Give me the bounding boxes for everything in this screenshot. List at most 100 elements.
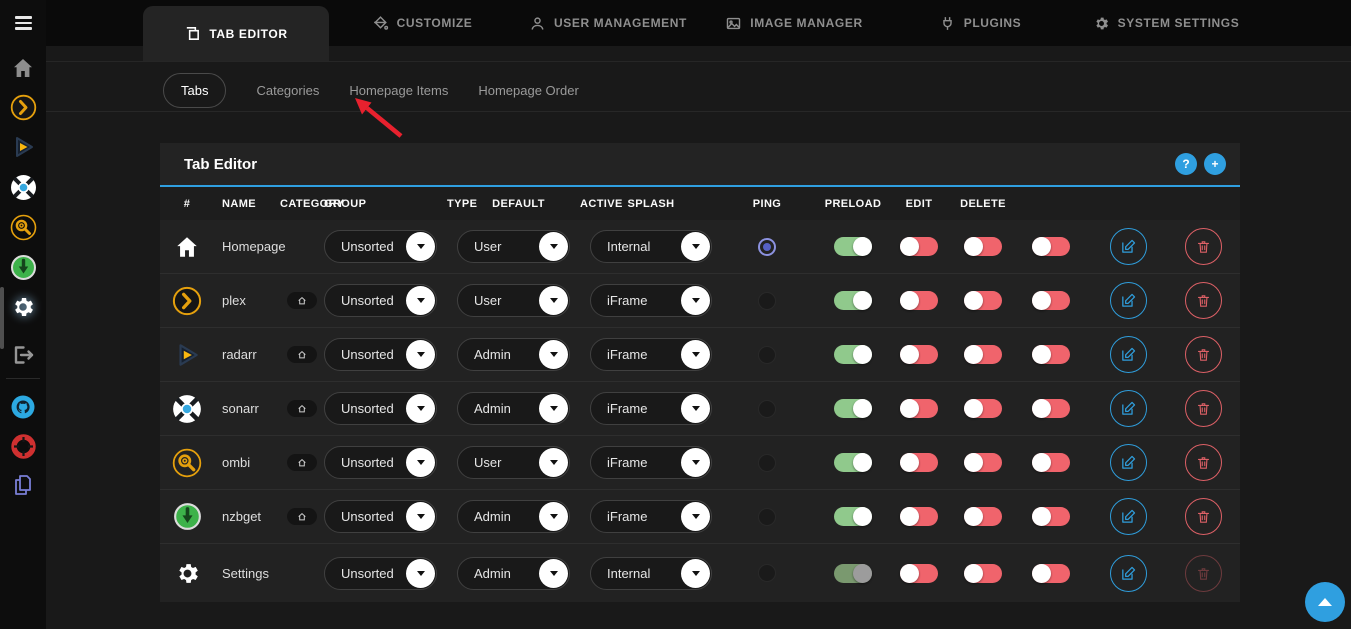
ping-toggle[interactable] bbox=[964, 291, 1002, 310]
delete-button[interactable] bbox=[1185, 498, 1222, 535]
subnav-item-tabs[interactable]: Tabs bbox=[163, 73, 226, 108]
splash-toggle[interactable] bbox=[900, 507, 938, 526]
nav-tab-image-manager[interactable]: IMAGE MANAGER bbox=[701, 0, 887, 46]
preload-toggle[interactable] bbox=[1032, 399, 1070, 418]
subnav-item-homepage-order[interactable]: Homepage Order bbox=[478, 74, 578, 107]
sidebar-item-settings-active[interactable] bbox=[0, 292, 46, 322]
active-toggle[interactable] bbox=[834, 345, 872, 364]
group-select[interactable]: User bbox=[457, 446, 570, 479]
delete-button[interactable] bbox=[1185, 390, 1222, 427]
sidebar-item-home[interactable] bbox=[0, 53, 46, 83]
splash-toggle[interactable] bbox=[900, 345, 938, 364]
active-toggle[interactable] bbox=[834, 453, 872, 472]
category-select[interactable]: Unsorted bbox=[324, 230, 437, 263]
active-toggle[interactable] bbox=[834, 507, 872, 526]
nav-tab-user-management[interactable]: USER MANAGEMENT bbox=[515, 0, 701, 46]
edit-button[interactable] bbox=[1110, 228, 1147, 265]
group-select[interactable]: User bbox=[457, 284, 570, 317]
toggle-cell bbox=[884, 453, 954, 472]
type-select[interactable]: iFrame bbox=[590, 284, 712, 317]
menu-toggle-button[interactable] bbox=[0, 8, 46, 38]
ping-toggle[interactable] bbox=[964, 453, 1002, 472]
group-select[interactable]: Admin bbox=[457, 557, 570, 590]
type-select[interactable]: iFrame bbox=[590, 392, 712, 425]
default-radio[interactable] bbox=[758, 454, 776, 472]
splash-toggle[interactable] bbox=[900, 564, 938, 583]
edit-button[interactable] bbox=[1110, 390, 1147, 427]
sidebar-item-plex[interactable] bbox=[0, 92, 46, 122]
delete-button[interactable] bbox=[1185, 444, 1222, 481]
sidebar-item-docs[interactable] bbox=[0, 470, 46, 500]
sidebar-item-github[interactable] bbox=[0, 392, 46, 422]
group-select[interactable]: Admin bbox=[457, 338, 570, 371]
preload-toggle[interactable] bbox=[1032, 453, 1070, 472]
ping-toggle[interactable] bbox=[964, 507, 1002, 526]
plug-icon bbox=[939, 15, 956, 32]
preload-toggle[interactable] bbox=[1032, 564, 1070, 583]
ping-toggle[interactable] bbox=[964, 399, 1002, 418]
delete-button[interactable] bbox=[1185, 336, 1222, 373]
default-radio[interactable] bbox=[758, 238, 776, 256]
edit-button[interactable] bbox=[1110, 282, 1147, 319]
active-toggle[interactable] bbox=[834, 564, 872, 583]
nav-tab-customize[interactable]: CUSTOMIZE bbox=[329, 0, 515, 46]
splash-toggle[interactable] bbox=[900, 291, 938, 310]
select-cell: Internal bbox=[590, 557, 712, 590]
group-select[interactable]: Admin bbox=[457, 392, 570, 425]
group-select[interactable]: User bbox=[457, 230, 570, 263]
active-toggle[interactable] bbox=[834, 399, 872, 418]
default-radio[interactable] bbox=[758, 292, 776, 310]
scroll-to-top-button[interactable] bbox=[1305, 582, 1345, 622]
splash-toggle[interactable] bbox=[900, 453, 938, 472]
active-toggle[interactable] bbox=[834, 237, 872, 256]
category-select[interactable]: Unsorted bbox=[324, 284, 437, 317]
category-select[interactable]: Unsorted bbox=[324, 500, 437, 533]
edit-button[interactable] bbox=[1110, 555, 1147, 592]
edit-icon bbox=[1120, 508, 1137, 525]
category-select[interactable]: Unsorted bbox=[324, 446, 437, 479]
preload-toggle[interactable] bbox=[1032, 237, 1070, 256]
type-select[interactable]: Internal bbox=[590, 230, 712, 263]
ping-toggle[interactable] bbox=[964, 237, 1002, 256]
default-radio[interactable] bbox=[758, 400, 776, 418]
splash-toggle[interactable] bbox=[900, 237, 938, 256]
help-button[interactable]: ? bbox=[1175, 153, 1197, 175]
nav-tab-tab-editor[interactable]: TAB EDITOR bbox=[143, 6, 329, 61]
sidebar-item-nzbget[interactable] bbox=[0, 252, 46, 282]
category-select[interactable]: Unsorted bbox=[324, 557, 437, 590]
sidebar-item-logout[interactable] bbox=[0, 340, 46, 370]
type-select[interactable]: Internal bbox=[590, 557, 712, 590]
edit-button[interactable] bbox=[1110, 498, 1147, 535]
group-select[interactable]: Admin bbox=[457, 500, 570, 533]
sidebar-item-sonarr[interactable] bbox=[0, 172, 46, 202]
delete-button[interactable] bbox=[1185, 282, 1222, 319]
default-radio[interactable] bbox=[758, 508, 776, 526]
ping-toggle[interactable] bbox=[964, 564, 1002, 583]
active-toggle[interactable] bbox=[834, 291, 872, 310]
chevron-down-icon bbox=[550, 460, 558, 465]
nav-tab-plugins[interactable]: PLUGINS bbox=[887, 0, 1073, 46]
ping-toggle[interactable] bbox=[964, 345, 1002, 364]
delete-button[interactable] bbox=[1185, 228, 1222, 265]
edit-button[interactable] bbox=[1110, 336, 1147, 373]
preload-toggle[interactable] bbox=[1032, 291, 1070, 310]
type-select[interactable]: iFrame bbox=[590, 500, 712, 533]
category-select[interactable]: Unsorted bbox=[324, 392, 437, 425]
row-name-cell: Homepage bbox=[214, 239, 280, 254]
add-tab-button[interactable]: + bbox=[1204, 153, 1226, 175]
category-select[interactable]: Unsorted bbox=[324, 338, 437, 371]
default-radio[interactable] bbox=[758, 564, 776, 582]
default-radio[interactable] bbox=[758, 346, 776, 364]
type-select[interactable]: iFrame bbox=[590, 338, 712, 371]
preload-toggle[interactable] bbox=[1032, 507, 1070, 526]
subnav-item-categories[interactable]: Categories bbox=[256, 74, 319, 107]
edit-button[interactable] bbox=[1110, 444, 1147, 481]
sidebar-item-support[interactable] bbox=[0, 431, 46, 461]
nav-tab-system-settings[interactable]: SYSTEM SETTINGS bbox=[1073, 0, 1259, 46]
sidebar-item-ombi[interactable] bbox=[0, 212, 46, 242]
toggle-knob bbox=[964, 291, 983, 310]
sidebar-item-radarr[interactable] bbox=[0, 132, 46, 162]
preload-toggle[interactable] bbox=[1032, 345, 1070, 364]
type-select[interactable]: iFrame bbox=[590, 446, 712, 479]
splash-toggle[interactable] bbox=[900, 399, 938, 418]
